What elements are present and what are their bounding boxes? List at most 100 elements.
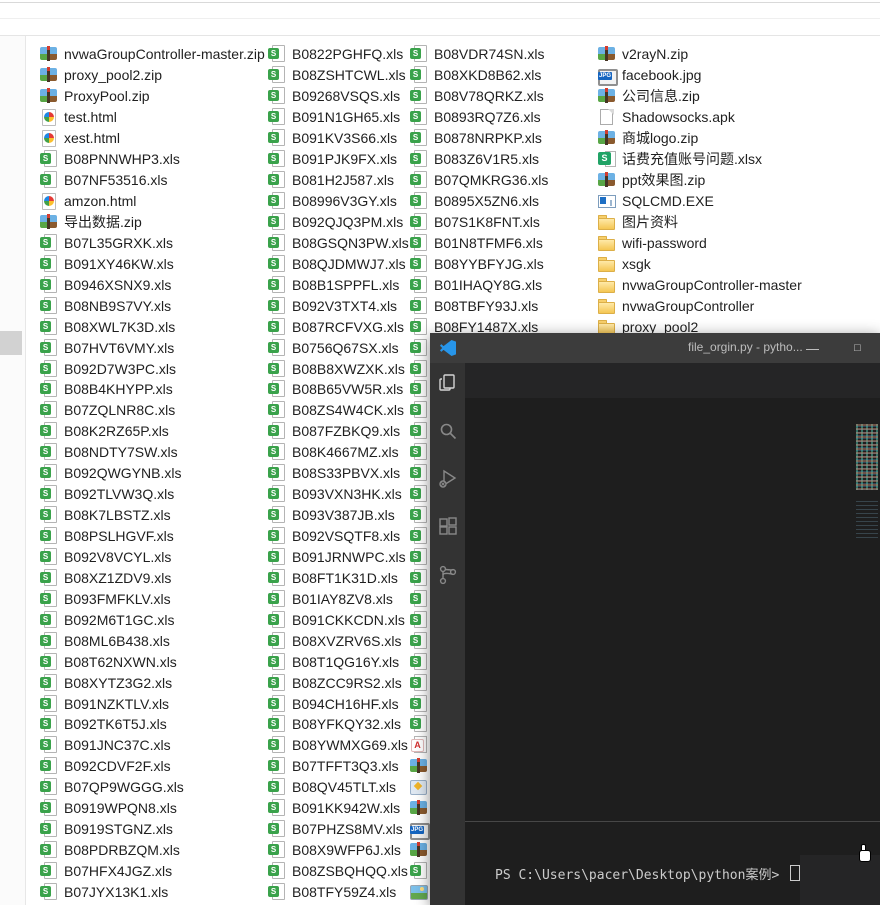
file-item[interactable]: B07TFFT3Q3.xls	[268, 756, 409, 777]
file-item[interactable]: B08K2RZ65P.xls	[40, 421, 265, 442]
file-item[interactable]: B0919WPQN8.xls	[40, 798, 265, 819]
file-item[interactable]: B093V387JB.xls	[268, 505, 409, 526]
file-item[interactable]: B091KK942W.xls	[268, 798, 409, 819]
file-item[interactable]: B08PDRBZQM.xls	[40, 840, 265, 861]
file-item[interactable]: B0756Q67SX.xls	[268, 337, 409, 358]
file-item[interactable]: xsgk	[598, 253, 802, 274]
file-item[interactable]: B094CH16HF.xls	[268, 693, 409, 714]
file-item[interactable]: B07JYX13K1.xls	[40, 882, 265, 903]
file-item[interactable]: B093VXN3HK.xls	[268, 484, 409, 505]
file-item[interactable]: B08GSQN3PW.xls	[268, 232, 409, 253]
file-item[interactable]: B08NB9S7VY.xls	[40, 295, 265, 316]
file-item[interactable]: 导出数据.zip	[40, 212, 265, 233]
code-editor[interactable]	[465, 420, 880, 821]
file-item[interactable]: B0878NRPKP.xls	[410, 128, 548, 149]
file-item[interactable]: B07ZQLNR8C.xls	[40, 400, 265, 421]
file-item[interactable]: B08PSLHGVF.xls	[40, 526, 265, 547]
file-item[interactable]: nvwaGroupController	[598, 295, 802, 316]
file-item[interactable]: B08T62NXWN.xls	[40, 651, 265, 672]
file-item[interactable]: B08ZCC9RS2.xls	[268, 672, 409, 693]
file-item[interactable]: nvwaGroupController-master.zip	[40, 44, 265, 65]
file-item[interactable]: B092TK6T5J.xls	[40, 714, 265, 735]
file-item[interactable]: 公司信息.zip	[598, 86, 802, 107]
file-item[interactable]: B092V8VCYL.xls	[40, 547, 265, 568]
file-item[interactable]: B092VSQTF8.xls	[268, 526, 409, 547]
file-item[interactable]: B08996V3GY.xls	[268, 191, 409, 212]
file-item[interactable]: B092D7W3PC.xls	[40, 358, 265, 379]
file-item[interactable]: B0895X5ZN6.xls	[410, 191, 548, 212]
file-item[interactable]: B01N8TFMF6.xls	[410, 232, 548, 253]
file-item[interactable]: B08XYTZ3G2.xls	[40, 672, 265, 693]
file-item[interactable]: B07NF53516.xls	[40, 170, 265, 191]
docked-taskbar-handle[interactable]	[0, 331, 22, 355]
file-item[interactable]: B0946XSNX9.xls	[40, 274, 265, 295]
file-item[interactable]: B08X9WFP6J.xls	[268, 840, 409, 861]
file-item[interactable]: B08NDTY7SW.xls	[40, 442, 265, 463]
file-item[interactable]: B08B8XWZXK.xls	[268, 358, 409, 379]
file-item[interactable]: SQLCMD.EXE	[598, 191, 802, 212]
file-item[interactable]: B08QV45TLT.xls	[268, 777, 409, 798]
run-debug-icon[interactable]	[436, 467, 460, 491]
file-item[interactable]: facebook.jpg	[598, 65, 802, 86]
file-item[interactable]: B07QP9WGGG.xls	[40, 777, 265, 798]
file-item[interactable]: B08ZS4W4CK.xls	[268, 400, 409, 421]
file-item[interactable]: B08ML6B438.xls	[40, 630, 265, 651]
file-item[interactable]: test.html	[40, 107, 265, 128]
file-item[interactable]: B087RCFVXG.xls	[268, 316, 409, 337]
file-item[interactable]: B08B65VW5R.xls	[268, 379, 409, 400]
file-item[interactable]: B091PJK9FX.xls	[268, 149, 409, 170]
explorer-icon[interactable]	[436, 371, 460, 395]
file-item[interactable]: B08YFKQY32.xls	[268, 714, 409, 735]
file-item[interactable]: B08K7LBSTZ.xls	[40, 505, 265, 526]
file-item[interactable]: B092V3TXT4.xls	[268, 295, 409, 316]
file-item[interactable]: B07S1K8FNT.xls	[410, 212, 548, 233]
file-item[interactable]: B07HFX4JGZ.xls	[40, 861, 265, 882]
file-item[interactable]: B08ZSBQHQQ.xls	[268, 861, 409, 882]
file-item[interactable]: B0919STGNZ.xls	[40, 819, 265, 840]
file-item[interactable]: B07L35GRXK.xls	[40, 232, 265, 253]
file-item[interactable]: B081H2J587.xls	[268, 170, 409, 191]
file-item[interactable]: B093FMFKLV.xls	[40, 588, 265, 609]
file-item[interactable]: B092TLVW3Q.xls	[40, 484, 265, 505]
file-item[interactable]: B08T1QG16Y.xls	[268, 651, 409, 672]
file-item[interactable]: B08FT1K31D.xls	[268, 567, 409, 588]
file-item[interactable]: ppt效果图.zip	[598, 170, 802, 191]
file-item[interactable]: B091JNC37C.xls	[40, 735, 265, 756]
file-item[interactable]: B091NZKTLV.xls	[40, 693, 265, 714]
breadcrumb[interactable]	[465, 398, 880, 420]
file-item[interactable]: B08K4667MZ.xls	[268, 442, 409, 463]
file-item[interactable]: nvwaGroupController-master	[598, 274, 802, 295]
extensions-icon[interactable]	[436, 515, 460, 539]
file-item[interactable]: B08PNNWHP3.xls	[40, 149, 265, 170]
file-item[interactable]: B08XKD8B62.xls	[410, 65, 548, 86]
minimap[interactable]	[854, 420, 880, 821]
file-item[interactable]: B092CDVF2F.xls	[40, 756, 265, 777]
file-item[interactable]: B08QJDMWJ7.xls	[268, 253, 409, 274]
file-item[interactable]: B08YYBFYJG.xls	[410, 253, 548, 274]
file-item[interactable]: B08S33PBVX.xls	[268, 463, 409, 484]
file-item[interactable]: B07PHZS8MV.xls	[268, 819, 409, 840]
file-item[interactable]: B091N1GH65.xls	[268, 107, 409, 128]
file-item[interactable]: B091CKKCDN.xls	[268, 609, 409, 630]
file-item[interactable]: 话费充值账号问题.xlsx	[598, 149, 802, 170]
file-item[interactable]: B08B1SPPFL.xls	[268, 274, 409, 295]
file-item[interactable]: B092QWGYNB.xls	[40, 463, 265, 484]
file-item[interactable]: proxy_pool2.zip	[40, 65, 265, 86]
vscode-titlebar[interactable]: file_orgin.py - pytho... — □	[430, 333, 880, 363]
file-item[interactable]: B07QMKRG36.xls	[410, 170, 548, 191]
file-item[interactable]: B091KV3S66.xls	[268, 128, 409, 149]
file-item[interactable]: B0822PGHFQ.xls	[268, 44, 409, 65]
file-item[interactable]: xest.html	[40, 128, 265, 149]
file-item[interactable]: B08YWMXG69.xls	[268, 735, 409, 756]
file-item[interactable]: B08XVZRV6S.xls	[268, 630, 409, 651]
file-item[interactable]: B01IAY8ZV8.xls	[268, 588, 409, 609]
file-item[interactable]: 商城logo.zip	[598, 128, 802, 149]
file-item[interactable]: 图片资料	[598, 212, 802, 233]
file-item[interactable]: B08B4KHYPP.xls	[40, 379, 265, 400]
search-icon[interactable]	[436, 419, 460, 443]
minimize-button[interactable]: —	[790, 333, 835, 363]
file-item[interactable]: B092QJQ3PM.xls	[268, 212, 409, 233]
maximize-button[interactable]: □	[835, 333, 880, 363]
file-item[interactable]: B08XWL7K3D.xls	[40, 316, 265, 337]
file-item[interactable]: amzon.html	[40, 191, 265, 212]
